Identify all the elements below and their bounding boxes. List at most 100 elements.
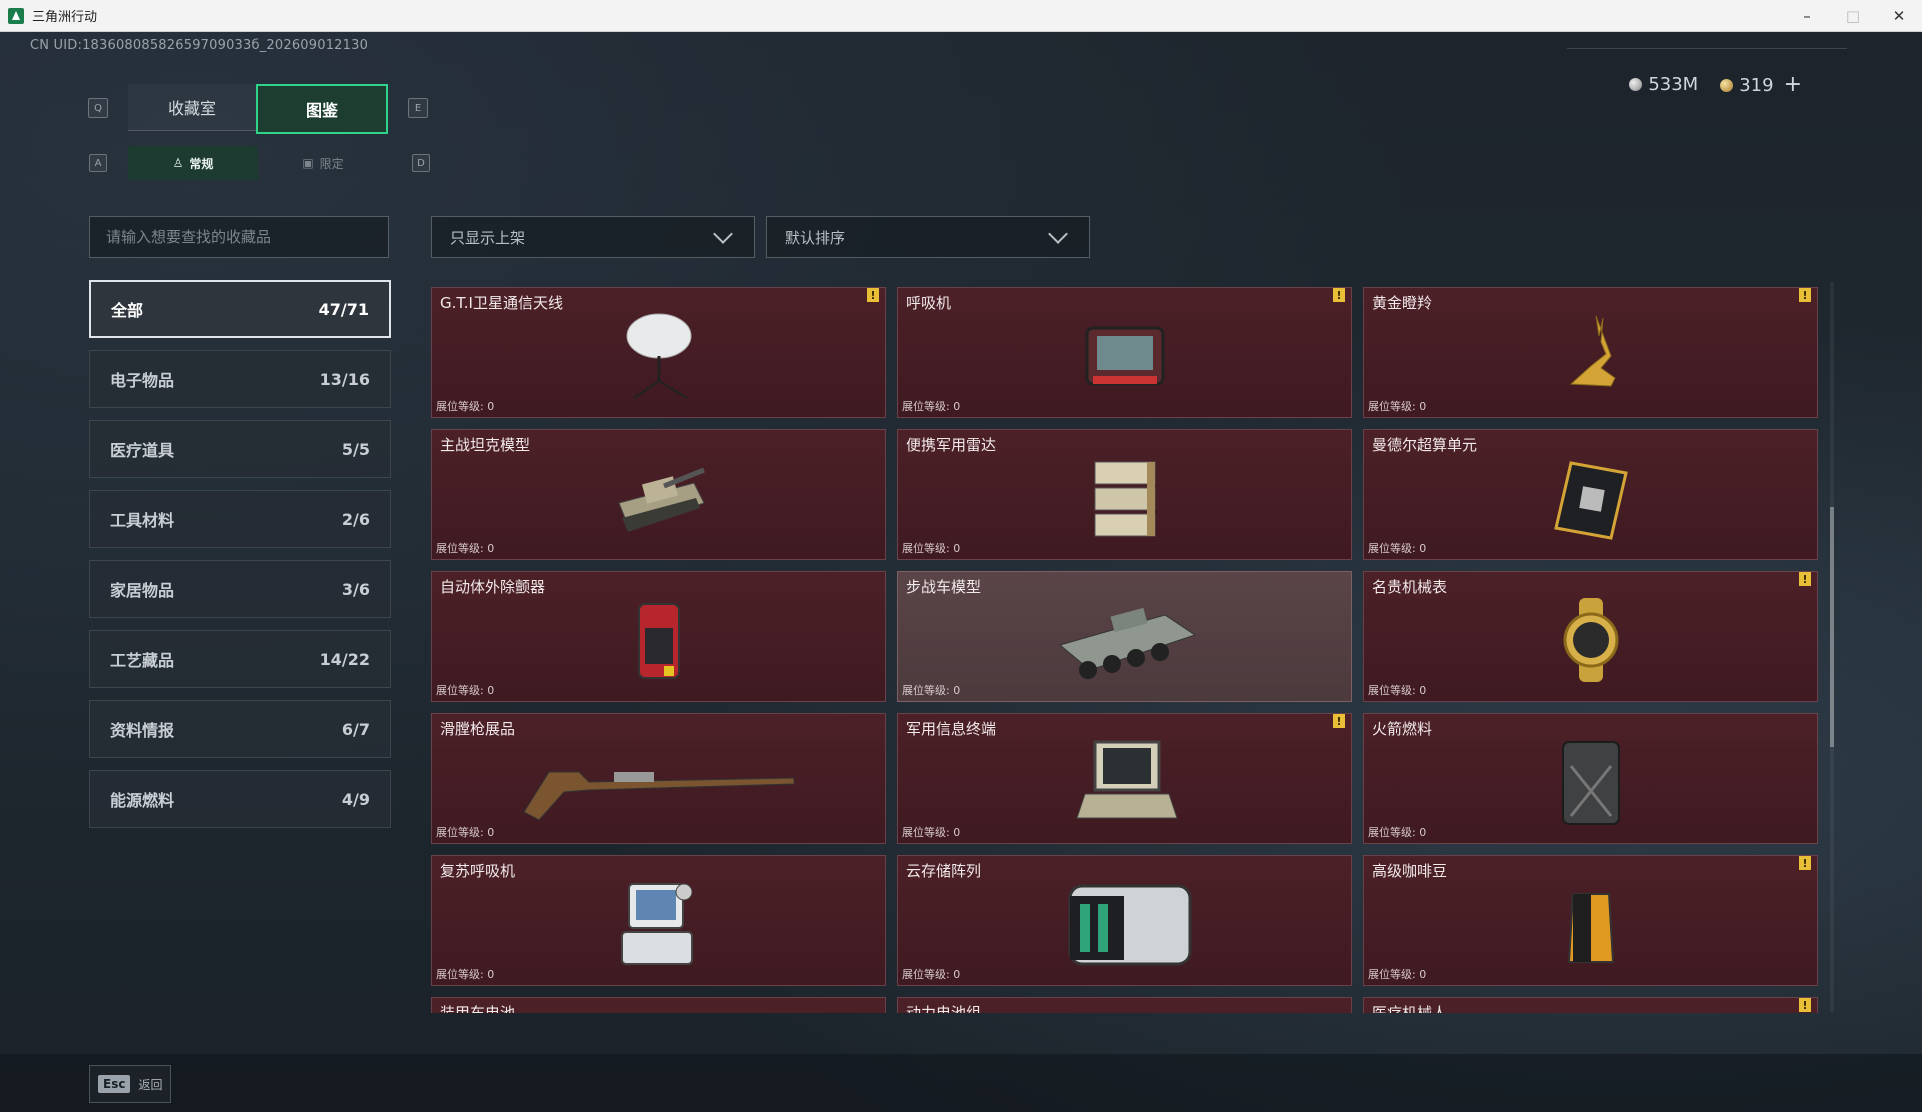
sort-dropdown[interactable]: 默认排序 — [766, 216, 1090, 258]
gold-coin-icon — [1720, 79, 1734, 92]
item-card[interactable]: 自动体外除颤器 展位等级: 0 — [431, 571, 886, 702]
subtab-limited[interactable]: ▣ 限定 — [258, 146, 388, 180]
item-name: 主战坦克模型 — [440, 436, 531, 454]
category-all[interactable]: 全部 47/71 — [89, 280, 391, 338]
key-hint-a: A — [89, 154, 107, 172]
category-label: 电子物品 — [110, 371, 175, 390]
item-card[interactable]: 滑膛枪展品 展位等级: 0 — [431, 713, 886, 844]
rocket-fuel-icon — [1501, 732, 1681, 832]
category-electronics[interactable]: 电子物品 13/16 — [89, 350, 391, 408]
item-card[interactable]: 医疗机械人 ! — [1363, 997, 1818, 1013]
category-list: 全部 47/71 电子物品 13/16 医疗道具 5/5 工具材料 2/6 家居物品 3/… — [89, 280, 391, 840]
close-button[interactable]: ✕ — [1876, 0, 1922, 31]
item-card[interactable]: 火箭燃料 展位等级: 0 — [1363, 713, 1818, 844]
tab-catalog[interactable]: 图鉴 — [256, 84, 388, 134]
image-icon: ▣ — [302, 156, 314, 170]
item-name: 装甲车电池 — [440, 1004, 516, 1013]
alert-badge-icon: ! — [1333, 714, 1345, 728]
item-name: 自动体外除颤器 — [440, 578, 546, 596]
category-medical[interactable]: 医疗道具 5/5 — [89, 420, 391, 478]
grid-scrollbar[interactable] — [1830, 282, 1834, 1012]
item-card[interactable]: 云存储阵列 展位等级: 0 — [897, 855, 1352, 986]
shelf-filter-dropdown[interactable]: 只显示上架 — [431, 216, 755, 258]
item-name: 便携军用雷达 — [906, 436, 997, 454]
window-title: 三角洲行动 — [32, 10, 98, 25]
item-card[interactable]: 便携军用雷达 展位等级: 0 — [897, 429, 1352, 560]
tank-model-icon — [569, 448, 749, 548]
item-card[interactable]: 黄金瞪羚 ! 展位等级: 0 — [1363, 287, 1818, 418]
alert-badge-icon: ! — [1799, 572, 1811, 586]
key-hint-d: D — [412, 154, 430, 172]
item-card[interactable]: G.T.I卫星通信天线 ! 展位等级: 0 — [431, 287, 886, 418]
item-card[interactable]: 动力电池组 — [897, 997, 1352, 1013]
alert-badge-icon: ! — [1799, 856, 1811, 870]
main-tabs: 收藏室 图鉴 — [128, 84, 388, 134]
item-name: 火箭燃料 — [1372, 720, 1433, 738]
category-label: 资料情报 — [110, 721, 175, 740]
alert-badge-icon: ! — [1799, 288, 1811, 302]
back-label: 返回 — [138, 1077, 163, 1092]
item-level: 展位等级: 0 — [1368, 968, 1427, 981]
category-count: 47/71 — [318, 299, 369, 319]
defibrillator-icon — [569, 590, 749, 690]
item-level: 展位等级: 0 — [436, 542, 495, 555]
item-level: 展位等级: 0 — [1368, 542, 1427, 555]
category-count: 6/7 — [341, 719, 370, 739]
category-energy[interactable]: 能源燃料 4/9 — [89, 770, 391, 828]
shelf-filter-value: 只显示上架 — [450, 228, 526, 247]
esc-key-hint: Esc — [98, 1075, 131, 1093]
window-titlebar: 三角洲行动 – □ ✕ — [0, 0, 1922, 32]
chevron-down-icon — [713, 224, 733, 244]
item-level: 展位等级: 0 — [436, 684, 495, 697]
tab-collection-room[interactable]: 收藏室 — [128, 84, 256, 131]
add-currency-button[interactable]: + — [1784, 72, 1802, 97]
user-uid: CN UID:18360808582659709033б_20260901213… — [30, 38, 369, 53]
item-name: 军用信息终端 — [906, 720, 997, 738]
item-card[interactable]: 主战坦克模型 展位等级: 0 — [431, 429, 886, 560]
footer-bar — [0, 1054, 1922, 1112]
item-card[interactable]: 装甲车电池 — [431, 997, 886, 1013]
category-count: 4/9 — [341, 789, 370, 809]
chevron-down-icon — [1048, 224, 1068, 244]
regular-icon: ♙ — [172, 156, 184, 170]
item-name: 曼德尔超算单元 — [1372, 436, 1478, 454]
item-card[interactable]: 军用信息终端 ! 展位等级: 0 — [897, 713, 1352, 844]
category-intel[interactable]: 资料情报 6/7 — [89, 700, 391, 758]
item-name: 高级咖啡豆 — [1372, 862, 1448, 880]
category-count: 5/5 — [341, 439, 370, 459]
category-crafts[interactable]: 工艺藏品 14/22 — [89, 630, 391, 688]
item-level: 展位等级: 0 — [436, 400, 495, 413]
category-tools[interactable]: 工具材料 2/6 — [89, 490, 391, 548]
item-level: 展位等级: 0 — [902, 826, 961, 839]
item-card[interactable]: 名贵机械表 ! 展位等级: 0 — [1363, 571, 1818, 702]
currency-bar: 533M 319 + — [1629, 72, 1802, 97]
alert-badge-icon: ! — [1799, 998, 1811, 1012]
item-card[interactable]: 步战车模型 展位等级: 0 — [897, 571, 1352, 702]
maximize-button[interactable]: □ — [1830, 0, 1876, 31]
item-card[interactable]: 高级咖啡豆 ! 展位等级: 0 — [1363, 855, 1818, 986]
back-button[interactable]: Esc 返回 — [89, 1065, 172, 1103]
category-household[interactable]: 家居物品 3/6 — [89, 560, 391, 618]
mechanical-watch-icon — [1501, 590, 1681, 690]
key-hint-q: Q — [88, 98, 108, 118]
item-card[interactable]: 曼德尔超算单元 展位等级: 0 — [1363, 429, 1818, 560]
top-divider — [1567, 48, 1847, 49]
item-name: 云存储阵列 — [906, 862, 982, 880]
item-card[interactable]: 复苏呼吸机 展位等级: 0 — [431, 855, 886, 986]
scrollbar-thumb[interactable] — [1830, 507, 1834, 747]
item-name: 滑膛枪展品 — [440, 720, 516, 738]
sub-tabs: ♙ 常规 ▣ 限定 — [128, 146, 388, 180]
search-input[interactable] — [89, 216, 389, 258]
item-level: 展位等级: 0 — [1368, 684, 1427, 697]
item-level: 展位等级: 0 — [436, 826, 495, 839]
silver-currency: 533M — [1629, 74, 1698, 95]
category-label: 全部 — [111, 301, 144, 320]
window-controls: – □ ✕ — [1784, 0, 1922, 31]
subtab-regular[interactable]: ♙ 常规 — [128, 146, 258, 180]
minimize-button[interactable]: – — [1784, 0, 1830, 31]
item-level: 展位等级: 0 — [1368, 826, 1427, 839]
item-card[interactable]: 呼吸机 ! 展位等级: 0 — [897, 287, 1352, 418]
item-level: 展位等级: 0 — [436, 968, 495, 981]
item-name: 名贵机械表 — [1372, 578, 1448, 596]
item-level: 展位等级: 0 — [1368, 400, 1427, 413]
